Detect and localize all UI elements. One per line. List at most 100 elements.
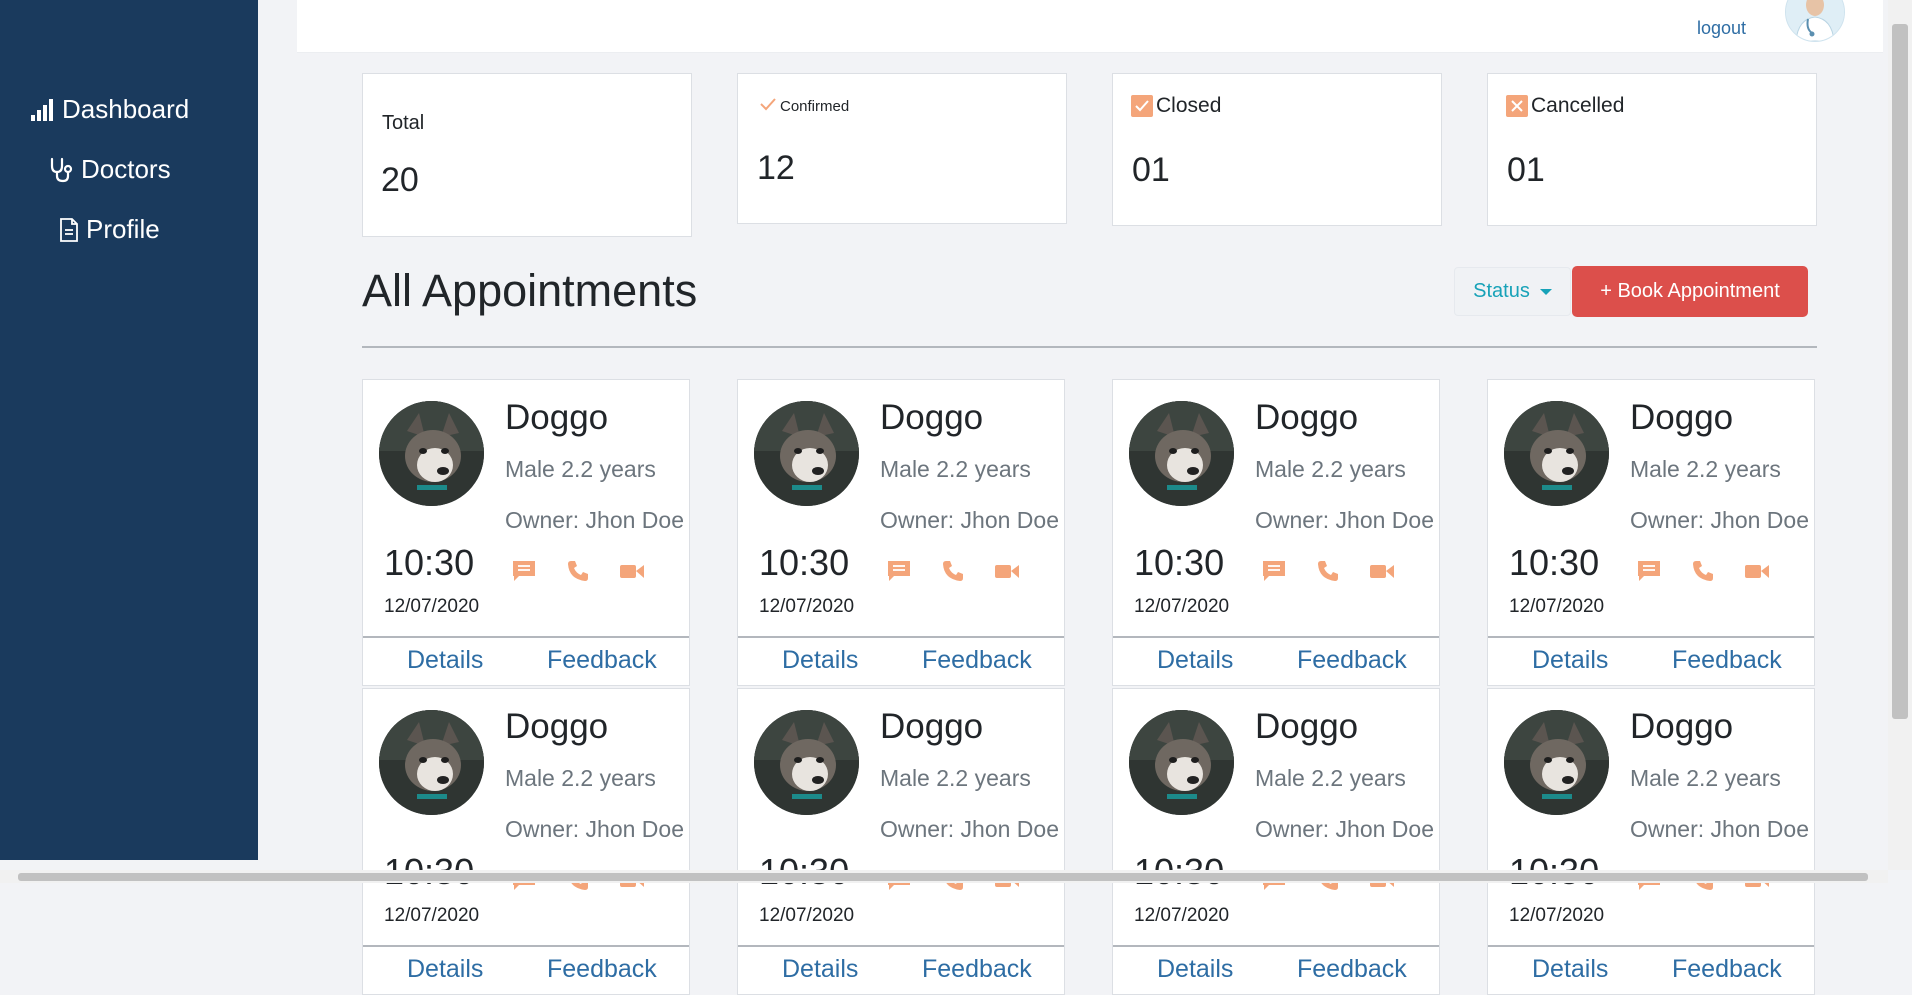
logout-link[interactable]: logout — [1697, 18, 1746, 39]
sidebar: Dashboard Doctors Profile — [0, 0, 258, 860]
caret-down-icon — [1539, 288, 1552, 295]
feedback-link[interactable]: Feedback — [1672, 646, 1782, 675]
status-dropdown-label: Status — [1473, 280, 1530, 302]
details-link[interactable]: Details — [1157, 646, 1233, 675]
phone-icon[interactable] — [1315, 558, 1341, 584]
message-icon[interactable] — [1636, 558, 1662, 584]
feedback-link[interactable]: Feedback — [1297, 955, 1407, 984]
message-icon[interactable] — [886, 558, 912, 584]
divider — [362, 346, 1817, 348]
details-link[interactable]: Details — [407, 646, 483, 675]
pet-owner: Owner: Jhon Doe — [1630, 816, 1809, 842]
stat-value: 12 — [757, 149, 795, 187]
details-link[interactable]: Details — [782, 646, 858, 675]
pet-photo — [754, 710, 859, 815]
appointment-time: 10:30 — [1134, 542, 1225, 583]
stat-label: Confirmed — [759, 97, 849, 115]
stat-label-text: Total — [382, 112, 425, 134]
video-icon[interactable] — [1369, 558, 1395, 584]
appointment-time: 10:30 — [1509, 542, 1600, 583]
phone-icon[interactable] — [1690, 558, 1716, 584]
video-icon[interactable] — [1744, 558, 1770, 584]
card-actions: Details Feedback — [738, 945, 1064, 994]
pet-photo — [379, 710, 484, 815]
phone-icon[interactable] — [940, 558, 966, 584]
feedback-link[interactable]: Feedback — [1297, 646, 1407, 675]
stat-card-total: Total 20 — [362, 73, 692, 237]
stat-label: Total — [382, 112, 424, 135]
video-icon[interactable] — [994, 558, 1020, 584]
vertical-scrollbar[interactable] — [1888, 0, 1912, 870]
phone-icon[interactable] — [565, 558, 591, 584]
horizontal-scrollbar[interactable] — [0, 870, 1888, 883]
appointment-date: 12/07/2020 — [759, 905, 855, 926]
sidebar-item-doctors[interactable]: Doctors — [47, 154, 171, 185]
pet-info: Male 2.2 years — [505, 765, 656, 791]
x-badge-icon — [1506, 95, 1528, 117]
pet-info: Male 2.2 years — [1630, 765, 1781, 791]
sidebar-item-dashboard[interactable]: Dashboard — [30, 94, 189, 125]
book-appointment-button[interactable]: + Book Appointment — [1572, 266, 1808, 317]
stat-card-confirmed: Confirmed 12 — [737, 73, 1067, 224]
appointment-date: 12/07/2020 — [384, 596, 480, 617]
feedback-link[interactable]: Feedback — [922, 955, 1032, 984]
pet-name: Doggo — [1630, 707, 1734, 746]
pet-info: Male 2.2 years — [880, 456, 1031, 482]
sidebar-item-label: Doctors — [81, 154, 171, 184]
pet-info: Male 2.2 years — [1630, 456, 1781, 482]
scrollbar-thumb[interactable] — [1892, 24, 1908, 719]
check-icon — [759, 97, 777, 115]
stat-value: 01 — [1132, 151, 1170, 189]
appointment-card: Doggo Male 2.2 years Owner: Jhon Doe 10:… — [362, 688, 690, 995]
details-link[interactable]: Details — [1157, 955, 1233, 984]
video-icon[interactable] — [619, 558, 645, 584]
message-icon[interactable] — [1261, 558, 1287, 584]
appointment-card: Doggo Male 2.2 years Owner: Jhon Doe 10:… — [737, 379, 1065, 686]
details-link[interactable]: Details — [1532, 955, 1608, 984]
card-actions: Details Feedback — [363, 945, 689, 994]
pet-owner: Owner: Jhon Doe — [505, 816, 684, 842]
card-actions: Details Feedback — [738, 636, 1064, 685]
scrollbar-thumb[interactable] — [18, 873, 1868, 881]
appointment-date: 12/07/2020 — [1134, 596, 1230, 617]
feedback-link[interactable]: Feedback — [547, 646, 657, 675]
pet-photo — [379, 401, 484, 506]
appointment-date: 12/07/2020 — [1509, 596, 1605, 617]
top-bar — [297, 0, 1883, 53]
stat-label-text: Confirmed — [780, 97, 850, 115]
stat-label: Closed — [1131, 94, 1221, 118]
pet-name: Doggo — [1630, 398, 1734, 437]
feedback-link[interactable]: Feedback — [922, 646, 1032, 675]
pet-owner: Owner: Jhon Doe — [880, 816, 1059, 842]
stat-value: 01 — [1507, 151, 1545, 189]
message-icon[interactable] — [511, 558, 537, 584]
check-badge-icon — [1131, 95, 1153, 117]
appointment-card: Doggo Male 2.2 years Owner: Jhon Doe 10:… — [1112, 688, 1440, 995]
pet-owner: Owner: Jhon Doe — [880, 507, 1059, 533]
appointment-date: 12/07/2020 — [1509, 905, 1605, 926]
details-link[interactable]: Details — [1532, 646, 1608, 675]
stat-label: Cancelled — [1506, 94, 1624, 118]
appointment-date: 12/07/2020 — [384, 905, 480, 926]
status-dropdown[interactable]: Status — [1454, 267, 1571, 316]
feedback-link[interactable]: Feedback — [547, 955, 657, 984]
stat-card-closed: Closed 01 — [1112, 73, 1442, 226]
sidebar-item-label: Profile — [86, 214, 160, 244]
pet-name: Doggo — [505, 707, 609, 746]
pet-photo — [1129, 710, 1234, 815]
document-icon — [58, 217, 80, 243]
page-title: All Appointments — [362, 265, 698, 316]
sidebar-item-label: Dashboard — [62, 94, 190, 124]
pet-info: Male 2.2 years — [1255, 456, 1406, 482]
pet-info: Male 2.2 years — [1255, 765, 1406, 791]
stat-value: 20 — [381, 161, 419, 199]
details-link[interactable]: Details — [782, 955, 858, 984]
feedback-link[interactable]: Feedback — [1672, 955, 1782, 984]
sidebar-item-profile[interactable]: Profile — [58, 214, 160, 245]
pet-photo — [754, 401, 859, 506]
details-link[interactable]: Details — [407, 955, 483, 984]
appointment-date: 12/07/2020 — [759, 596, 855, 617]
pet-photo — [1504, 401, 1609, 506]
card-actions: Details Feedback — [363, 636, 689, 685]
pet-name: Doggo — [1255, 398, 1359, 437]
